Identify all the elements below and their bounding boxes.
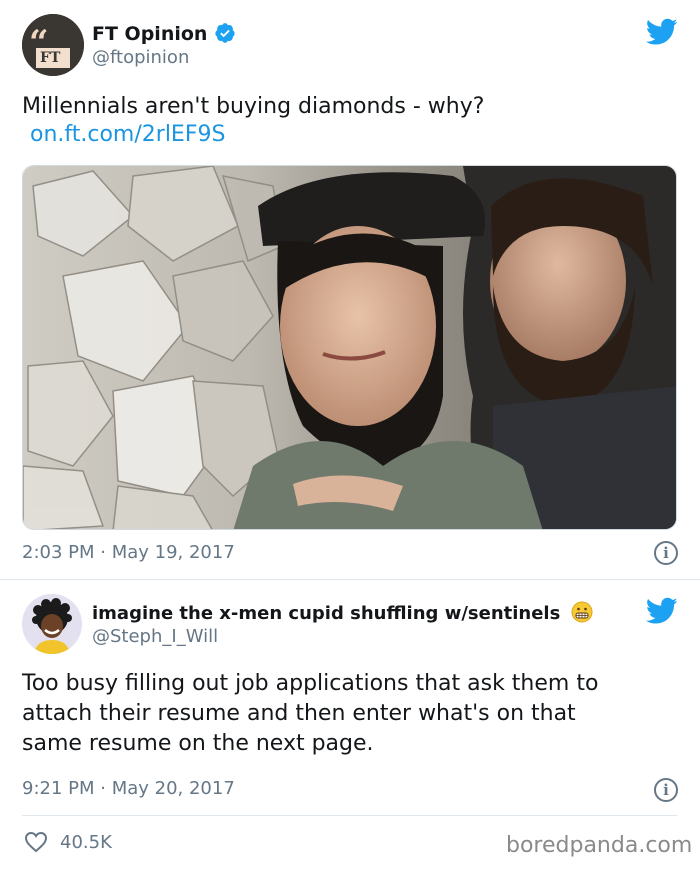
tweet-timestamp[interactable]: 9:21 PM · May 20, 2017 xyxy=(22,778,235,799)
twitter-bird-icon[interactable] xyxy=(646,597,678,625)
boredpanda-watermark: boredpanda.com xyxy=(506,833,693,858)
avatar-ft-label: FT xyxy=(40,50,61,66)
tweet-text: Too busy filling out job applications th… xyxy=(22,669,598,759)
display-name[interactable]: imagine the x-men cupid shuffling w/sent… xyxy=(92,601,593,624)
tweet-card-ft-opinion: “ FT FT Opinion @ftopinion Millennials a… xyxy=(0,0,700,580)
tweet-text-line: same resume on the next page. xyxy=(22,731,374,756)
twitter-bird-icon[interactable] xyxy=(646,18,678,46)
info-icon[interactable]: i xyxy=(654,541,678,565)
quote-logo-icon: “ xyxy=(22,14,84,76)
verified-badge-icon xyxy=(215,23,235,43)
tweet-text: Millennials aren't buying diamonds - why… xyxy=(22,94,485,119)
user-handle[interactable]: @Steph_I_Will xyxy=(92,626,218,647)
tweet-card-steph: imagine the x-men cupid shuffling w/sent… xyxy=(0,581,700,869)
article-link[interactable]: on.ft.com/2rlEF9S xyxy=(30,122,225,147)
cartoon-person-icon xyxy=(22,594,82,654)
tweet-divider xyxy=(22,815,677,816)
tweet-image[interactable] xyxy=(22,165,677,530)
like-count: 40.5K xyxy=(60,832,112,853)
info-icon[interactable]: i xyxy=(654,778,678,802)
user-handle[interactable]: @ftopinion xyxy=(92,47,189,68)
grimacing-face-emoji-icon xyxy=(571,601,593,623)
heart-like-icon[interactable] xyxy=(24,831,48,853)
couple-diamonds-photo xyxy=(23,166,676,529)
tweet-text-line: attach their resume and then enter what'… xyxy=(22,701,576,726)
ft-opinion-avatar[interactable]: “ FT xyxy=(22,14,84,76)
display-name[interactable]: FT Opinion xyxy=(92,22,236,45)
tweet-text-line: Too busy filling out job applications th… xyxy=(22,671,599,696)
tweet-timestamp[interactable]: 2:03 PM · May 19, 2017 xyxy=(22,542,235,563)
steph-avatar[interactable] xyxy=(22,594,82,654)
